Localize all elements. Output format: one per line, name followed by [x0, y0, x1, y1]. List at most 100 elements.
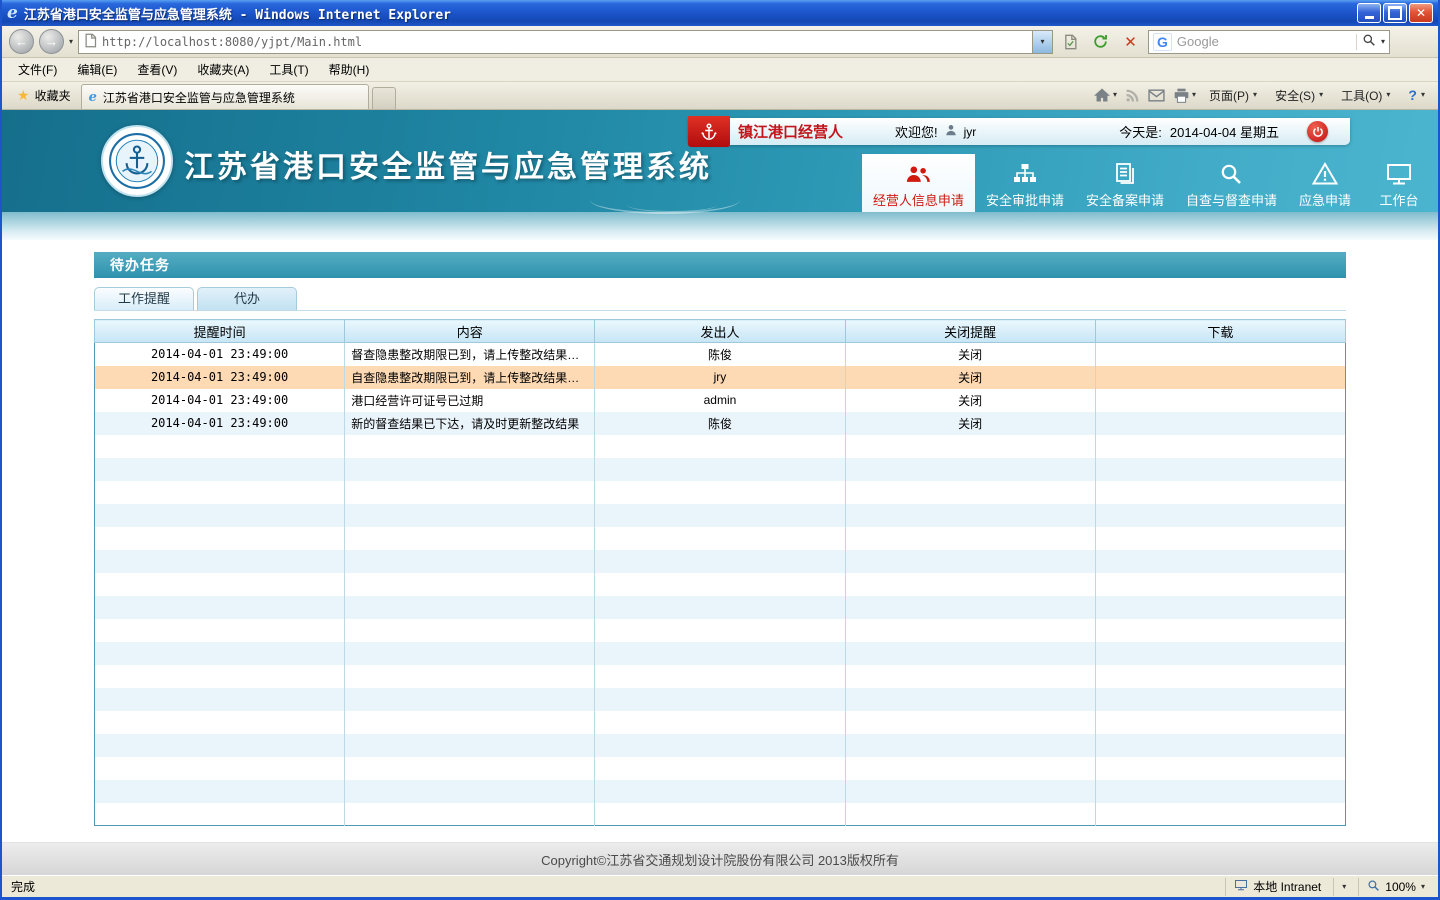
new-tab-stub[interactable] — [372, 87, 396, 109]
computer-icon — [1234, 879, 1248, 894]
menu-item[interactable]: 工具(T) — [260, 58, 317, 81]
feed-button[interactable] — [1125, 88, 1140, 103]
empty-cell — [345, 757, 595, 780]
refresh-button[interactable] — [1088, 30, 1113, 54]
empty-cell — [95, 458, 345, 481]
empty-cell — [345, 711, 595, 734]
empty-cell — [1095, 573, 1345, 596]
site-title: 江苏省港口安全监管与应急管理系统 — [184, 142, 712, 186]
address-field[interactable]: http://localhost:8080/yjpt/Main.html — [78, 30, 1053, 54]
stop-icon: ✕ — [1124, 33, 1137, 51]
nav-item-5[interactable]: 应急申请 — [1288, 154, 1362, 212]
chevron-down-icon — [1192, 91, 1196, 99]
close-button[interactable] — [1409, 3, 1433, 23]
empty-row — [95, 711, 1346, 734]
address-dropdown-button[interactable] — [1032, 31, 1052, 53]
empty-cell — [595, 481, 845, 504]
empty-cell — [1095, 688, 1345, 711]
empty-cell — [595, 504, 845, 527]
empty-cell — [345, 504, 595, 527]
empty-cell — [345, 688, 595, 711]
chevron-down-icon — [1342, 883, 1346, 891]
empty-cell — [845, 481, 1095, 504]
forward-button[interactable] — [39, 29, 64, 54]
home-button[interactable] — [1093, 87, 1117, 103]
stop-button[interactable]: ✕ — [1118, 30, 1143, 54]
back-button[interactable] — [9, 29, 34, 54]
empty-cell — [95, 435, 345, 458]
print-button[interactable] — [1173, 88, 1196, 103]
empty-cell — [95, 619, 345, 642]
empty-cell — [845, 803, 1095, 826]
tab-todo[interactable]: 代办 — [197, 287, 297, 310]
site-header: 江苏省港口安全监管与应急管理系统 镇江港口经营人 欢迎您! jyr — [2, 110, 1438, 212]
empty-cell — [95, 504, 345, 527]
empty-cell — [1095, 780, 1345, 803]
search-box[interactable]: G Google — [1148, 30, 1390, 54]
close-action[interactable]: 关闭 — [845, 366, 1095, 389]
nav-item-2[interactable]: 安全审批申请 — [975, 154, 1075, 212]
empty-cell — [595, 573, 845, 596]
menu-bar: 文件(F)编辑(E)查看(V)收藏夹(A)工具(T)帮助(H) — [2, 58, 1438, 82]
empty-cell — [1095, 527, 1345, 550]
toolbar-button[interactable]: 工具(O) — [1336, 84, 1395, 107]
menu-item[interactable]: 收藏夹(A) — [188, 58, 258, 81]
search-dropdown-icon[interactable] — [1381, 38, 1385, 46]
empty-cell — [95, 734, 345, 757]
empty-cell — [845, 573, 1095, 596]
search-magnifier-icon[interactable] — [1362, 33, 1376, 50]
date-value: 2014-04-04 星期五 — [1170, 122, 1279, 141]
nav-item-3[interactable]: 安全备案申请 — [1075, 154, 1175, 212]
chevron-down-icon — [1421, 883, 1425, 891]
search-divider — [1356, 34, 1357, 50]
column-header: 发出人 — [595, 320, 845, 343]
empty-cell — [95, 642, 345, 665]
empty-cell — [845, 711, 1095, 734]
history-dropdown-icon[interactable] — [69, 38, 73, 46]
site-footer: Copyright©江苏省交通规划设计院股份有限公司 2013版权所有 — [2, 842, 1438, 875]
menu-item[interactable]: 查看(V) — [128, 58, 186, 81]
empty-cell — [345, 734, 595, 757]
download-cell — [1095, 343, 1345, 366]
nav-item-4[interactable]: 自查与督查申请 — [1175, 154, 1288, 212]
column-header: 内容 — [345, 320, 595, 343]
nav-item-6[interactable]: 工作台 — [1362, 154, 1436, 212]
read-mail-button[interactable] — [1148, 89, 1165, 102]
menu-item[interactable]: 编辑(E) — [68, 58, 126, 81]
toolbar-button[interactable]: 页面(P) — [1204, 84, 1262, 107]
nav-label: 经营人信息申请 — [873, 190, 964, 209]
close-action[interactable]: 关闭 — [845, 412, 1095, 435]
empty-cell — [845, 527, 1095, 550]
user-icon — [944, 123, 958, 140]
empty-cell — [1095, 619, 1345, 642]
menu-item[interactable]: 文件(F) — [9, 58, 66, 81]
sender-cell: admin — [595, 389, 845, 412]
close-action[interactable]: 关闭 — [845, 389, 1095, 412]
title-bar[interactable]: e 江苏省港口安全监管与应急管理系统 - Windows Internet Ex… — [2, 0, 1438, 26]
command-bar: 页面(P) 安全(S) 工具(O) — [1093, 81, 1433, 109]
zone-label: 本地 Intranet — [1253, 878, 1321, 895]
close-action[interactable]: 关闭 — [845, 343, 1095, 366]
help-button[interactable] — [1403, 84, 1430, 106]
empty-cell — [95, 596, 345, 619]
zone-options-button[interactable] — [1333, 878, 1354, 896]
browser-tab[interactable]: e 江苏省港口安全监管与应急管理系统 — [81, 84, 369, 109]
download-cell — [1095, 366, 1345, 389]
logout-button[interactable] — [1307, 121, 1328, 142]
content-cell: 自查隐患整改期限已到，请上传整改结果… — [345, 366, 595, 389]
nav-item-1[interactable]: 经营人信息申请 — [862, 154, 975, 212]
favorites-button[interactable]: 收藏夹 — [7, 83, 81, 107]
empty-cell — [595, 757, 845, 780]
compatibility-view-button[interactable] — [1058, 30, 1083, 54]
tab-work-reminder[interactable]: 工作提醒 — [94, 287, 194, 310]
toolbar-button[interactable]: 安全(S) — [1270, 84, 1328, 107]
empty-cell — [95, 757, 345, 780]
empty-cell — [595, 619, 845, 642]
minimize-button[interactable] — [1357, 3, 1381, 23]
browser-window: e 江苏省港口安全监管与应急管理系统 - Windows Internet Ex… — [0, 0, 1440, 900]
zoom-control[interactable]: 100% — [1358, 878, 1433, 896]
nav-label: 应急申请 — [1299, 190, 1351, 209]
menu-item[interactable]: 帮助(H) — [320, 58, 379, 81]
copyright-text: Copyright©江苏省交通规划设计院股份有限公司 2013版权所有 — [541, 850, 899, 869]
maximize-button[interactable] — [1383, 3, 1407, 23]
